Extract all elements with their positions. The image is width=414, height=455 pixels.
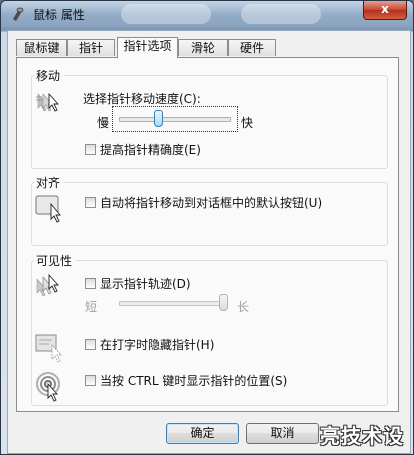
hide-while-typing-label: 在打字时隐藏指针(H) (100, 338, 215, 352)
snap-to-group-label: 对齐 (34, 174, 65, 191)
short-label: 短 (85, 300, 98, 314)
snap-to-button-icon (35, 195, 61, 223)
pointer-trails-checkbox[interactable] (85, 278, 96, 289)
show-location-checkbox[interactable] (85, 375, 96, 386)
pointer-speed-icon (36, 92, 60, 112)
trail-length-slider-thumb[interactable] (219, 294, 228, 311)
enhance-precision-checkbox[interactable] (85, 144, 96, 155)
tab-wheel[interactable]: 滑轮 (178, 39, 228, 56)
snap-to-checkbox[interactable] (85, 197, 96, 208)
slow-label: 慢 (97, 116, 110, 130)
motion-group-label: 移动 (34, 67, 65, 84)
cancel-button[interactable]: 取消 (246, 423, 319, 444)
long-label: 长 (237, 300, 250, 314)
speed-slider-track[interactable] (119, 117, 231, 122)
title-glow-decoration (241, 4, 321, 24)
fast-label: 快 (241, 116, 254, 130)
hide-while-typing-checkbox[interactable] (85, 339, 96, 350)
show-location-label: 当按 CTRL 键时显示指针的位置(S) (100, 374, 288, 388)
snap-to-group: 对齐 (31, 174, 388, 246)
window-title: 鼠标 属性 (33, 8, 85, 22)
enhance-precision-label: 提高指针精确度(E) (100, 143, 201, 157)
pointer-trails-row[interactable]: 显示指针轨迹(D) (85, 275, 191, 292)
enhance-precision-row[interactable]: 提高指针精确度(E) (85, 141, 201, 158)
hide-pointer-icon (35, 334, 62, 363)
hide-while-typing-row[interactable]: 在打字时隐藏指针(H) (85, 336, 214, 353)
mouse-properties-window: 鼠标 属性 x 鼠标键 指针 指针选项 滑轮 硬件 移动 选择指针移动速度(C)… (0, 0, 414, 455)
snap-to-row[interactable]: 自动将指针移动到对话框中的默认按钮(U) (85, 194, 322, 211)
pointer-trails-label: 显示指针轨迹(D) (100, 277, 191, 291)
pointer-speed-label: 选择指针移动速度(C): (83, 92, 201, 106)
watermark-logo: 亮技术设 (320, 424, 404, 448)
tab-pointers[interactable]: 指针 (67, 39, 115, 56)
show-location-icon (36, 372, 60, 402)
title-bar[interactable]: 鼠标 属性 x (1, 1, 413, 27)
snap-to-label: 自动将指针移动到对话框中的默认按钮(U) (100, 196, 323, 210)
trail-length-slider-track[interactable] (119, 301, 225, 306)
speed-label-row: 选择指针移动速度(C): (83, 90, 201, 107)
mouse-app-icon (13, 7, 24, 21)
dialog-client-area: 鼠标键 指针 指针选项 滑轮 硬件 移动 选择指针移动速度(C): 慢 快 提高… (7, 30, 411, 454)
tab-pointer-options[interactable]: 指针选项 (117, 37, 178, 58)
tab-hardware[interactable]: 硬件 (228, 39, 276, 56)
show-location-row[interactable]: 当按 CTRL 键时显示指针的位置(S) (85, 372, 287, 389)
ok-button[interactable]: 确定 (166, 423, 239, 444)
close-button[interactable]: x (363, 1, 407, 20)
pointer-options-panel: 移动 选择指针移动速度(C): 慢 快 提高指针精确度(E) 对齐 自动将指针移… (16, 57, 399, 412)
tab-buttons[interactable]: 鼠标键 (16, 39, 67, 56)
pointer-trails-icon (36, 273, 60, 297)
speed-slider-thumb[interactable] (153, 110, 163, 127)
visibility-group-label: 可见性 (34, 252, 77, 269)
title-glow-decoration (121, 4, 211, 24)
